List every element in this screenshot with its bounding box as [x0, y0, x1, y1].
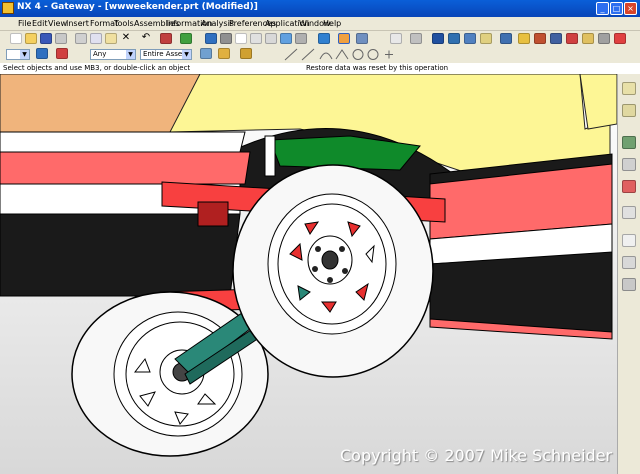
frame-red-rail [0, 151, 251, 185]
minimize-button[interactable]: _ [596, 2, 609, 15]
part-navigator-tab-icon[interactable] [622, 104, 636, 117]
front-wheel [232, 164, 434, 378]
new-file-icon[interactable] [10, 33, 22, 44]
orient-icon[interactable] [280, 33, 292, 44]
standard-toolbar: ✕ ↶ [0, 31, 640, 46]
resource-bar [617, 74, 640, 474]
wcs-icon[interactable] [410, 33, 422, 44]
maximize-button[interactable]: □ [610, 2, 623, 15]
copy-icon[interactable] [90, 33, 102, 44]
copyright-watermark: Copyright © 2007 Mike Schneider [340, 446, 613, 465]
add-component-icon[interactable] [448, 33, 460, 44]
paste-icon[interactable] [105, 33, 117, 44]
palette-tab-icon[interactable] [622, 278, 636, 291]
status-message: Restore data was reset by this operation [306, 64, 449, 72]
type-filter-select[interactable]: Any ▼ [90, 49, 136, 60]
clone-icon[interactable] [534, 33, 546, 44]
replace-icon[interactable] [550, 33, 562, 44]
scope-select[interactable]: Entire Assembly ▼ [140, 49, 192, 60]
menu-tools[interactable]: Tools [114, 19, 134, 28]
snap-icon[interactable] [180, 33, 192, 44]
pan-icon[interactable] [265, 33, 277, 44]
fender-edge [264, 135, 276, 177]
cut-icon[interactable] [75, 33, 87, 44]
type-filter-value: Any [93, 50, 107, 58]
save-icon[interactable] [40, 33, 52, 44]
fit-view-icon[interactable] [205, 33, 217, 44]
graphics-window[interactable]: Copyright © 2007 Mike Schneider [0, 74, 617, 474]
reference-set-icon[interactable] [614, 33, 626, 44]
clock-tab-icon[interactable] [622, 234, 636, 247]
system-materials-tab-icon[interactable] [622, 180, 636, 193]
arrangement-icon[interactable] [566, 33, 578, 44]
start-menu-icon[interactable] [160, 33, 172, 44]
snap-point-icon[interactable] [200, 48, 212, 59]
menu-file[interactable]: File [18, 19, 31, 28]
layer-icon[interactable] [390, 33, 402, 44]
selection-toolbar: ▼ Any ▼ Entire Assembly ▼ [0, 46, 640, 64]
cue-prompt: Select objects and use MB3, or double-cl… [3, 64, 191, 72]
select-all-icon[interactable] [36, 48, 48, 59]
assembly-nav-icon[interactable] [432, 33, 444, 44]
menu-edit[interactable]: Edit [32, 19, 48, 28]
explode-icon[interactable] [500, 33, 512, 44]
history-tab-icon[interactable] [622, 158, 636, 171]
zoom-icon[interactable] [235, 33, 247, 44]
selection-mode-icon[interactable] [56, 48, 68, 59]
view-scale-select[interactable]: ▼ [6, 49, 30, 60]
close-button[interactable]: × [624, 2, 637, 15]
bracket-plate [197, 201, 229, 227]
wave-icon[interactable] [518, 33, 530, 44]
mate-icon[interactable] [464, 33, 476, 44]
menu-insert[interactable]: Insert [66, 19, 89, 28]
undo-icon[interactable]: ↶ [140, 33, 152, 44]
print-icon[interactable] [55, 33, 67, 44]
sketch-curve-toolbar[interactable] [270, 47, 410, 62]
zoom-window-icon[interactable] [220, 33, 232, 44]
sequence-icon[interactable] [582, 33, 594, 44]
window-title: NX 4 - Gateway - [wwweekender.prt (Modif… [17, 2, 258, 12]
title-bar: NX 4 - Gateway - [wwweekender.prt (Modif… [0, 0, 640, 17]
web-browser-tab-icon[interactable] [622, 256, 636, 269]
open-folder-icon[interactable] [25, 33, 37, 44]
menu-view[interactable]: View [48, 19, 67, 28]
menu-help[interactable]: Help [323, 19, 341, 28]
reposition-icon[interactable] [480, 33, 492, 44]
shaded-icon[interactable] [318, 33, 330, 44]
refresh-icon[interactable] [295, 33, 307, 44]
roles-tab-icon[interactable] [622, 206, 636, 219]
intent-icon[interactable] [218, 48, 230, 59]
reuse-library-tab-icon[interactable] [622, 136, 636, 149]
nx-app-icon[interactable] [2, 2, 14, 14]
trailer-model[interactable] [0, 74, 617, 474]
arrow-icon[interactable] [240, 48, 252, 59]
assembly-navigator-tab-icon[interactable] [622, 82, 636, 95]
menu-bar: File Edit View Insert Format Tools Assem… [0, 17, 640, 31]
view-triad-icon[interactable] [356, 33, 368, 44]
rotate-icon[interactable] [250, 33, 262, 44]
render-style-icon[interactable] [338, 33, 350, 44]
session-icon[interactable] [598, 33, 610, 44]
delete-icon[interactable]: ✕ [120, 33, 132, 44]
frame-top-rail [0, 131, 246, 153]
